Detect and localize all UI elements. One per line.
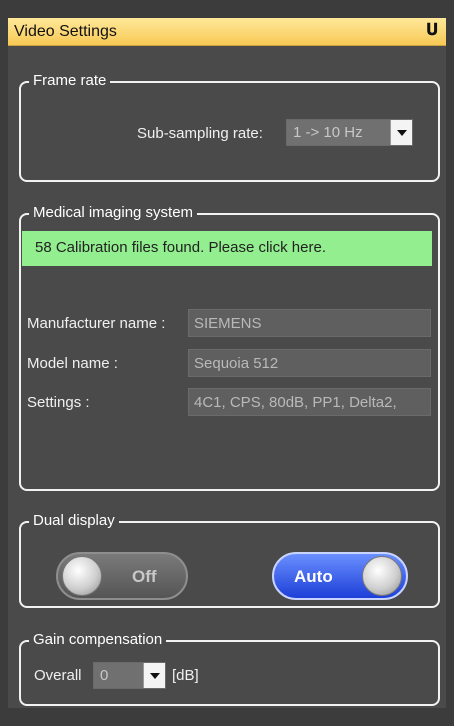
off-toggle-label: Off bbox=[132, 567, 157, 586]
settings-value: 4C1, CPS, 80dB, PP1, Delta2, bbox=[194, 394, 397, 411]
off-toggle[interactable]: Off bbox=[56, 552, 188, 600]
sub-sampling-label: Sub-sampling rate: bbox=[137, 125, 263, 142]
sub-sampling-select[interactable]: 1 -> 10 Hz bbox=[286, 119, 413, 146]
overall-select[interactable]: 0 bbox=[93, 662, 166, 689]
overall-label: Overall bbox=[34, 667, 82, 684]
frame-rate-legend: Frame rate bbox=[29, 72, 111, 90]
chevron-down-icon[interactable] bbox=[143, 663, 165, 688]
manufacturer-field: SIEMENS bbox=[188, 309, 431, 337]
gain-compensation-group: Gain compensation bbox=[19, 631, 440, 706]
manufacturer-value: SIEMENS bbox=[194, 315, 262, 332]
auto-toggle-label: Auto bbox=[294, 567, 333, 586]
settings-label: Settings : bbox=[27, 394, 90, 411]
sub-sampling-value: 1 -> 10 Hz bbox=[293, 124, 363, 141]
settings-field: 4C1, CPS, 80dB, PP1, Delta2, bbox=[188, 388, 431, 416]
toggle-knob bbox=[362, 556, 402, 596]
model-field: Sequoia 512 bbox=[188, 349, 431, 377]
title-bar-inner: Video Settings 𝐔 bbox=[8, 18, 446, 46]
manufacturer-label: Manufacturer name : bbox=[27, 315, 166, 332]
model-label: Model name : bbox=[27, 355, 118, 372]
auto-toggle[interactable]: Auto bbox=[272, 552, 408, 600]
chevron-down-icon[interactable] bbox=[390, 120, 412, 145]
medical-imaging-legend: Medical imaging system bbox=[29, 204, 198, 222]
calibration-banner[interactable]: 58 Calibration files found. Please click… bbox=[22, 231, 432, 266]
panel-title: Video Settings bbox=[14, 23, 117, 40]
pin-icon[interactable]: 𝐔 bbox=[426, 22, 438, 40]
overall-value: 0 bbox=[100, 667, 109, 684]
gain-compensation-legend: Gain compensation bbox=[29, 631, 167, 649]
db-unit-label: [dB] bbox=[172, 667, 199, 684]
model-value: Sequoia 512 bbox=[194, 355, 279, 372]
dual-display-legend: Dual display bbox=[29, 512, 119, 530]
toggle-knob bbox=[62, 556, 102, 596]
calibration-banner-text: 58 Calibration files found. Please click… bbox=[35, 239, 326, 256]
bottom-strip bbox=[0, 708, 454, 726]
title-bar: Video Settings 𝐔 bbox=[0, 0, 454, 46]
